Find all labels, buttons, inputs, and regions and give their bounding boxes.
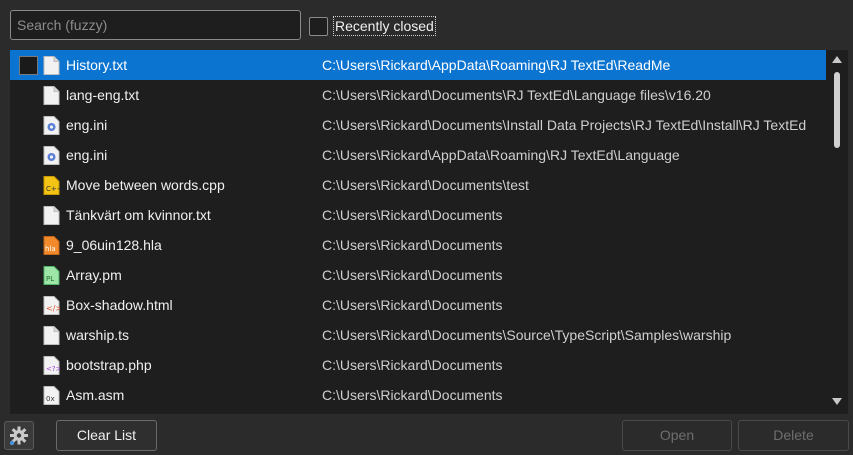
file-name: Asm.asm [66,387,125,403]
gear-icon [9,426,28,446]
perl-file-icon: PL [43,266,60,285]
file-row[interactable]: eng.ini C:\Users\Rickard\Documents\Instal… [10,110,826,140]
delete-button[interactable]: Delete [738,420,849,451]
hla-file-icon: hla [43,236,60,255]
svg-text:0x: 0x [46,395,55,403]
file-name: bootstrap.php [66,357,152,373]
file-row[interactable]: eng.ini C:\Users\Rickard\AppData\Roaming\… [10,140,826,170]
recently-closed-label[interactable]: Recently closed [333,16,436,36]
file-name: Tänkvärt om kvinnor.txt [66,207,211,223]
text-file-icon [43,86,60,105]
file-name: Array.pm [66,267,122,283]
ini-file-icon [43,116,60,135]
scroll-up-arrow-icon[interactable] [832,56,842,63]
text-file-icon [43,206,60,225]
file-path: C:\Users\Rickard\Documents\Install Data … [322,117,807,133]
vertical-scrollbar[interactable] [826,50,848,414]
clear-list-button[interactable]: Clear List [56,420,157,451]
scroll-down-arrow-icon[interactable] [832,398,842,405]
text-file-icon [43,56,60,75]
cpp-file-icon: C++ [43,176,63,195]
svg-text:C++: C++ [46,185,60,193]
file-path: C:\Users\Rickard\Documents\RJ TextEd\Lan… [322,87,711,103]
file-name: eng.ini [66,117,108,133]
file-row[interactable]: PL Array.pm C:\Users\Rickard\Documents [10,260,826,290]
file-list[interactable]: History.txt C:\Users\Rickard\AppData\Roam… [10,50,848,414]
file-name: warship.ts [66,327,130,343]
file-path: C:\Users\Rickard\Documents [322,297,503,313]
asm-file-icon: 0x [43,386,60,405]
file-path: C:\Users\Rickard\Documents [322,267,503,283]
file-row[interactable]: Tänkvärt om kvinnor.txt C:\Users\Rickard\… [10,200,826,230]
svg-text:</>: </> [46,304,60,313]
file-name: 9_06uin128.hla [66,237,162,253]
settings-button[interactable] [4,421,34,450]
file-row[interactable]: C++ Move between words.cpp C:\Users\Rickar… [10,170,826,200]
file-path: C:\Users\Rickard\Documents [322,237,503,253]
file-row[interactable]: </> Box-shadow.html C:\Users\Rickard\Docum… [10,290,826,320]
recently-closed-toggle[interactable]: Recently closed [309,15,436,37]
file-path: C:\Users\Rickard\Documents [322,207,503,223]
ts-file-icon [43,326,60,345]
scrollbar-thumb[interactable] [834,72,840,148]
file-row[interactable]: <?> bootstrap.php C:\Users\Rickard\Documen… [10,350,826,380]
row-checkbox[interactable] [19,56,38,75]
file-path: C:\Users\Rickard\AppData\Roaming\RJ Text… [322,147,680,163]
file-row[interactable]: 0x Asm.asm C:\Users\Rickard\Documents [10,380,826,410]
file-name: Box-shadow.html [66,297,173,313]
file-path: C:\Users\Rickard\AppData\Roaming\RJ Text… [322,57,671,73]
html-file-icon: </> [43,296,62,315]
svg-text:PL: PL [46,275,54,283]
svg-text:hla: hla [45,245,56,253]
file-name: lang-eng.txt [66,87,140,103]
file-path: C:\Users\Rickard\Documents [322,357,503,373]
svg-text:<?>: <?> [46,365,60,373]
file-path: C:\Users\Rickard\Documents\Source\TypeSc… [322,327,732,343]
file-name: eng.ini [66,147,108,163]
ini-file-icon [43,146,60,165]
search-input[interactable] [10,10,301,40]
file-path: C:\Users\Rickard\Documents\test [322,177,529,193]
file-row[interactable]: History.txt C:\Users\Rickard\AppData\Roam… [10,50,826,80]
file-row[interactable]: hla 9_06uin128.hla C:\Users\Rickard\Docume… [10,230,826,260]
file-path: C:\Users\Rickard\Documents [322,387,503,403]
open-button[interactable]: Open [622,420,732,451]
file-row[interactable]: lang-eng.txt C:\Users\Rickard\Documents\R… [10,80,826,110]
php-file-icon: <?> [43,356,62,375]
file-name: History.txt [66,57,128,73]
file-name: Move between words.cpp [66,177,225,193]
recently-closed-checkbox[interactable] [309,16,328,36]
file-row[interactable]: warship.ts C:\Users\Rickard\Documents\Sou… [10,320,826,350]
